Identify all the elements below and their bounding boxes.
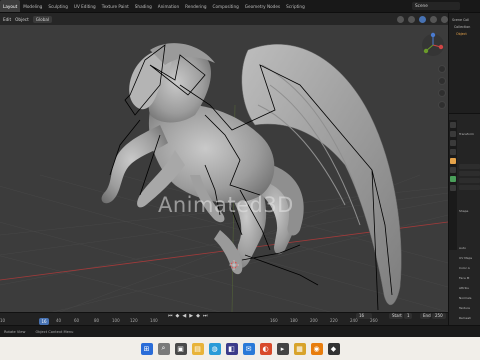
solid-shading-icon[interactable]: [419, 15, 426, 23]
blender-icon[interactable]: ◉: [310, 342, 323, 355]
photos-icon[interactable]: ◐: [259, 342, 272, 355]
viewport-header: Edit Object Global: [0, 13, 448, 25]
object-tab-icon[interactable]: [450, 158, 456, 164]
material-shading-icon[interactable]: [430, 15, 437, 23]
tab-sculpting[interactable]: Sculpting: [45, 0, 71, 12]
scene-selector[interactable]: Scene: [412, 2, 460, 10]
status-bar: Rotate View Object Context Menu: [0, 325, 480, 337]
texture-space-label[interactable]: Texture: [459, 306, 470, 310]
properties-panel: Transform Shape Auto UV Maps Color A Fac…: [448, 113, 480, 325]
color-attributes-label[interactable]: Color A: [459, 266, 470, 270]
material-tab-icon[interactable]: [450, 185, 456, 191]
shape-keys-label[interactable]: Shape: [459, 209, 468, 213]
render-tab-icon[interactable]: [450, 131, 456, 137]
top-menu-bar: Layout Modeling Sculpting UV Editing Tex…: [0, 0, 480, 13]
render-shading-icon[interactable]: [441, 15, 448, 23]
ruler-tick: 60: [74, 318, 80, 323]
mesh-data-tab-icon[interactable]: [450, 176, 456, 182]
windows-start-icon[interactable]: ⊞: [140, 342, 153, 355]
outliner-item-object[interactable]: Object: [456, 32, 467, 36]
3d-viewport[interactable]: Animated3D: [0, 25, 448, 312]
uv-maps-label[interactable]: UV Maps: [459, 256, 472, 260]
orientation-dropdown[interactable]: Global: [32, 15, 53, 23]
tab-texture-paint[interactable]: Texture Paint: [99, 0, 132, 12]
ruler-tick: 240: [350, 318, 358, 323]
ruler-tick: 120: [130, 318, 138, 323]
vertex-group-list-4[interactable]: [459, 185, 480, 190]
tab-layout[interactable]: Layout: [0, 0, 21, 12]
edge-browser-icon[interactable]: ◍: [208, 342, 221, 355]
ruler-tick: 220: [330, 318, 338, 323]
auto-smooth-label[interactable]: Auto: [459, 246, 466, 250]
store-icon[interactable]: ◧: [225, 342, 238, 355]
tab-modeling[interactable]: Modeling: [20, 0, 45, 12]
tab-animation[interactable]: Animation: [155, 0, 182, 12]
tab-geometry-nodes[interactable]: Geometry Nodes: [242, 0, 283, 12]
properties-tab-strip: [449, 120, 457, 250]
vertex-group-list-3[interactable]: [459, 178, 480, 183]
watermark-text: Animated3D: [158, 193, 294, 217]
visibility-icon[interactable]: [397, 15, 404, 23]
outliner-item-scene-collection[interactable]: Scene Coll: [452, 18, 469, 22]
normals-label[interactable]: Normals: [459, 296, 471, 300]
modifier-tab-icon[interactable]: [450, 167, 456, 173]
camera-view-icon[interactable]: [438, 89, 446, 97]
overlay-icon[interactable]: [408, 15, 415, 23]
zoom-icon[interactable]: [438, 65, 446, 73]
ruler-tick: 40: [56, 318, 62, 323]
app-icon[interactable]: ◆: [327, 342, 340, 355]
outliner-item-collection[interactable]: Collection: [454, 25, 470, 29]
ruler-tick: 200: [310, 318, 318, 323]
scene-tab-icon[interactable]: [450, 149, 456, 155]
ruler-tick: 80: [94, 318, 100, 323]
tab-shading[interactable]: Shading: [132, 0, 155, 12]
attributes-label[interactable]: Attribu: [459, 286, 469, 290]
vertex-group-list[interactable]: [459, 164, 480, 169]
terminal-icon[interactable]: ▸: [276, 342, 289, 355]
ortho-grid-icon[interactable]: [438, 101, 446, 109]
tab-rendering[interactable]: Rendering: [182, 0, 209, 12]
status-rotate-view: Rotate View: [4, 329, 26, 334]
file-explorer-icon[interactable]: ▤: [191, 342, 204, 355]
tool-tab-icon[interactable]: [450, 122, 456, 128]
task-view-icon[interactable]: ▣: [174, 342, 187, 355]
pan-hand-icon[interactable]: [438, 77, 446, 85]
output-tab-icon[interactable]: [450, 140, 456, 146]
ruler-tick: 180: [290, 318, 298, 323]
transform-label: Transform: [459, 132, 474, 136]
vertex-group-list-2[interactable]: [459, 171, 480, 176]
object-menu[interactable]: Object: [15, 17, 29, 22]
ruler-tick: 260: [370, 318, 378, 323]
ruler-tick: 100: [112, 318, 120, 323]
viewport-scene: [0, 32, 448, 312]
ruler-tick: 10: [0, 318, 6, 323]
face-maps-label[interactable]: Face M: [459, 276, 469, 280]
search-icon[interactable]: ⌕: [157, 342, 170, 355]
mail-icon[interactable]: ✉: [242, 342, 255, 355]
edit-menu[interactable]: Edit: [3, 17, 11, 22]
windows-taskbar: ⊞ ⌕ ▣ ▤ ◍ ◧ ✉ ◐ ▸ ▦ ◉ ◆: [0, 337, 480, 360]
remesh-label[interactable]: Remesh: [459, 316, 471, 320]
status-context-menu: Object Context Menu: [35, 329, 74, 334]
tab-uv-editing[interactable]: UV Editing: [71, 0, 99, 12]
ruler-tick: 160: [270, 318, 278, 323]
tab-scripting[interactable]: Scripting: [283, 0, 308, 12]
tab-compositing[interactable]: Compositing: [210, 0, 242, 12]
current-frame-indicator[interactable]: 16: [39, 318, 49, 325]
outliner-panel: Scene Coll Collection Object: [448, 13, 480, 113]
folder-icon[interactable]: ▦: [293, 342, 306, 355]
navigation-gizmo: [422, 32, 444, 56]
ruler-tick: 140: [150, 318, 158, 323]
